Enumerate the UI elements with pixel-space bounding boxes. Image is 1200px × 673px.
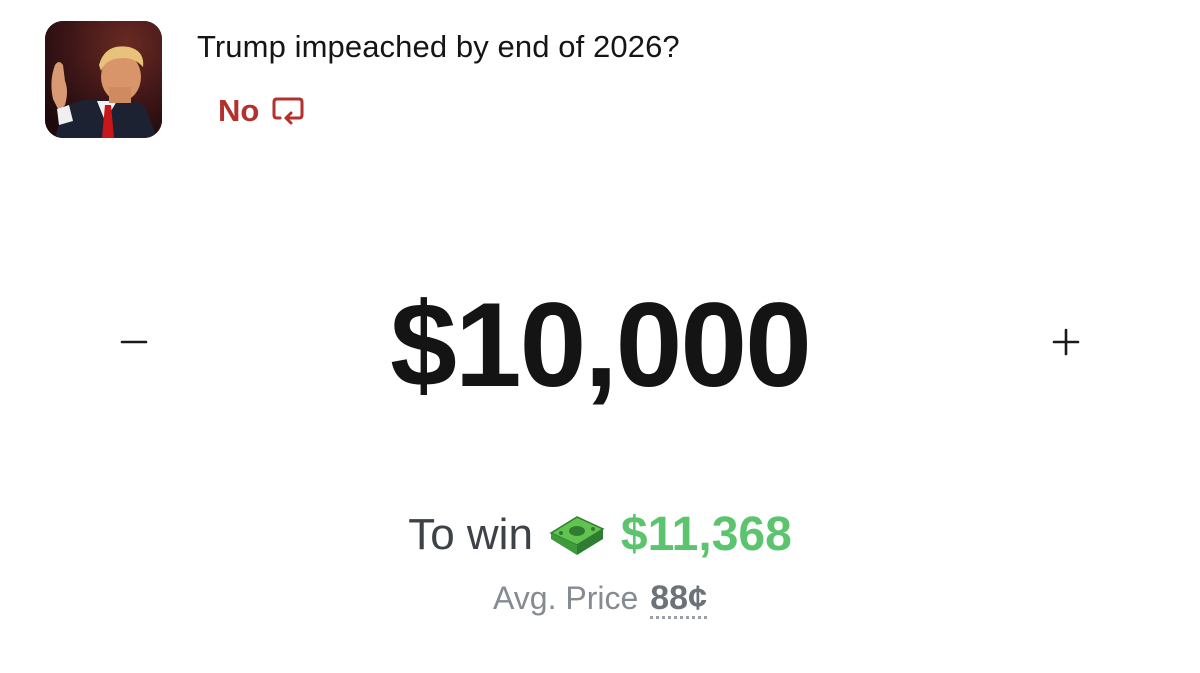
switch-outcome-icon[interactable] [271,96,305,126]
avg-price-row: Avg. Price 88¢ [0,580,1200,619]
market-thumbnail [45,21,162,138]
dollar-banknote-icon [549,515,605,555]
market-photo [45,21,162,138]
increment-amount-button[interactable] [1036,312,1096,372]
trade-panel: Trump impeached by end of 2026? No $10,0… [0,0,1200,673]
selected-outcome: No [218,93,305,129]
avg-price-value[interactable]: 88¢ [650,580,707,619]
market-title: Trump impeached by end of 2026? [197,29,680,64]
plus-icon [1052,328,1080,356]
to-win-label: To win [408,509,533,559]
order-amount[interactable]: $10,000 [0,280,1200,410]
to-win-row: To win $11,368 [0,507,1200,562]
avg-price-label: Avg. Price [493,580,639,616]
outcome-label: No [218,93,260,128]
to-win-value: $11,368 [620,508,792,561]
